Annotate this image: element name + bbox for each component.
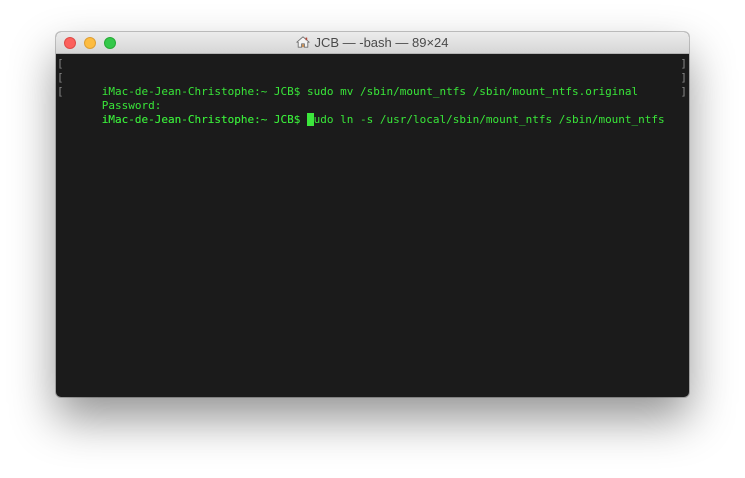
- line-mark-left: [: [57, 71, 64, 84]
- terminal-window: JCB — -bash — 89×24 [ iMac-de-Jean-Chris…: [56, 32, 689, 397]
- title-bar[interactable]: JCB — -bash — 89×24: [56, 32, 689, 54]
- terminal-line-text: iMac-de-Jean-Christophe:~ JCB$: [101, 113, 308, 126]
- window-title-container: JCB — -bash — 89×24: [56, 32, 689, 54]
- line-mark-right: ]: [680, 71, 687, 84]
- terminal-line: [ iMac-de-Jean-Christophe:~ JCB$ sudo mv…: [56, 57, 689, 98]
- line-mark-left: [: [57, 57, 64, 70]
- terminal-content[interactable]: [ iMac-de-Jean-Christophe:~ JCB$ sudo mv…: [56, 54, 689, 397]
- line-mark-right: ]: [680, 85, 687, 98]
- line-mark-left: [: [57, 85, 64, 98]
- window-title: JCB — -bash — 89×24: [314, 35, 449, 50]
- home-icon: [296, 36, 311, 48]
- text-cursor: [307, 113, 315, 126]
- terminal-prompt-line: iMac-de-Jean-Christophe:~ JCB$: [56, 99, 689, 126]
- line-mark-right: ]: [680, 57, 687, 70]
- terminal-line: [ Password: ]: [56, 71, 689, 112]
- terminal-line: [ iMac-de-Jean-Christophe:~ JCB$ sudo ln…: [56, 85, 689, 126]
